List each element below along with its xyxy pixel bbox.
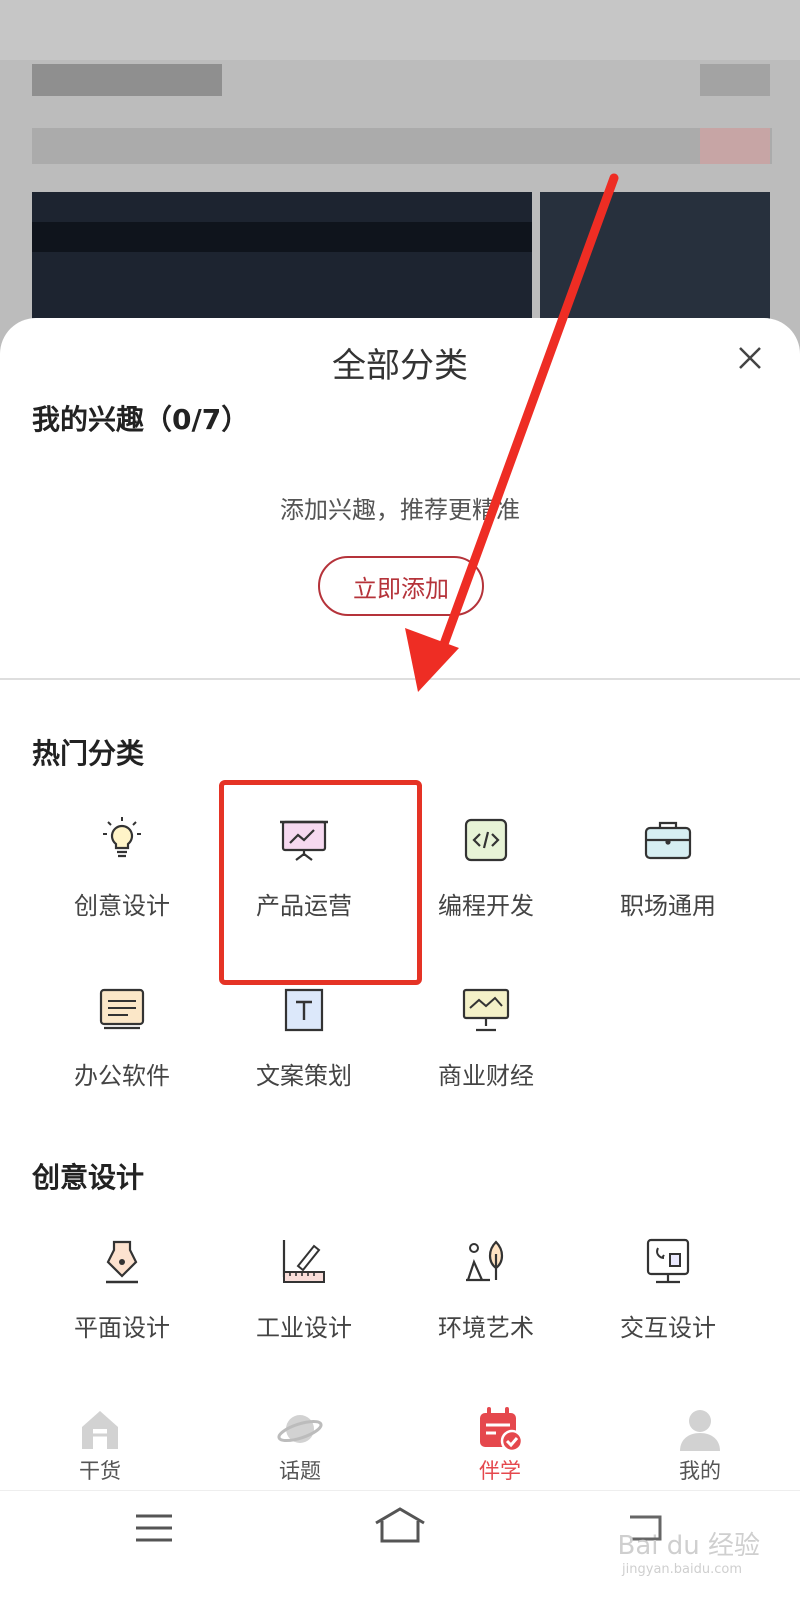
category-workplace[interactable]: 职场通用	[588, 812, 748, 921]
tab-label: 话题	[279, 1459, 321, 1483]
office-doc-icon	[99, 988, 145, 1030]
close-icon[interactable]	[730, 338, 770, 378]
tab-study-companion[interactable]: 伴学	[440, 1395, 560, 1485]
calendar-check-icon	[480, 1407, 524, 1453]
category-label: 工业设计	[256, 1314, 352, 1342]
user-icon	[680, 1410, 720, 1451]
category-industrial-design[interactable]: 工业设计	[224, 1234, 384, 1343]
divider	[0, 678, 800, 680]
category-label: 创意设计	[74, 892, 170, 920]
tab-topics[interactable]: 话题	[240, 1395, 360, 1485]
category-label: 交互设计	[620, 1314, 716, 1342]
tab-ganhuo[interactable]: 干货	[40, 1395, 160, 1485]
lightbulb-icon	[103, 817, 141, 858]
category-environmental-art[interactable]: 环境艺术	[406, 1234, 566, 1343]
category-programming[interactable]: 编程开发	[406, 812, 566, 921]
blurred-background	[0, 0, 800, 360]
category-label: 平面设计	[74, 1314, 170, 1342]
category-label: 文案策划	[256, 1062, 352, 1090]
category-label: 商业财经	[438, 1062, 534, 1090]
finance-board-icon	[462, 988, 510, 1032]
category-label: 编程开发	[438, 892, 534, 920]
text-doc-icon	[284, 988, 324, 1032]
category-label: 环境艺术	[438, 1314, 534, 1342]
bottom-tab-bar: 干货 话题 伴学 我的	[0, 1395, 800, 1490]
highlight-box	[219, 780, 422, 985]
tab-mine[interactable]: 我的	[640, 1395, 760, 1485]
home-icon[interactable]	[372, 1505, 428, 1545]
category-interaction-design[interactable]: 交互设计	[588, 1234, 748, 1343]
category-label: 办公软件	[74, 1062, 170, 1090]
planet-icon	[277, 1415, 323, 1443]
code-icon	[464, 818, 508, 862]
pen-nib-icon	[106, 1240, 138, 1284]
add-interest-button[interactable]: 立即添加	[318, 556, 484, 616]
interests-empty-hint: 添加兴趣，推荐更精准	[280, 496, 520, 524]
category-label: 职场通用	[620, 892, 716, 920]
watermark-logo: Bai du 经验	[617, 1531, 760, 1561]
sheet-title: 全部分类	[332, 346, 468, 386]
category-office-software[interactable]: 办公软件	[42, 982, 202, 1091]
category-copywriting[interactable]: 文案策划	[224, 982, 384, 1091]
interests-title: 我的兴趣（0/7）	[32, 403, 250, 436]
hot-categories-title: 热门分类	[32, 737, 145, 770]
ruler-pencil-icon	[282, 1240, 325, 1283]
house-icon	[82, 1411, 118, 1449]
category-creative-design[interactable]: 创意设计	[42, 812, 202, 921]
tab-label: 我的	[679, 1459, 721, 1483]
tab-label: 伴学	[479, 1459, 521, 1483]
tab-label: 干货	[79, 1459, 121, 1483]
category-graphic-design[interactable]: 平面设计	[42, 1234, 202, 1343]
briefcase-icon	[644, 821, 692, 860]
tree-art-icon	[466, 1240, 504, 1282]
category-business-finance[interactable]: 商业财经	[406, 982, 566, 1091]
watermark-url: jingyan.baidu.com	[622, 1562, 742, 1577]
menu-icon[interactable]	[134, 1513, 174, 1543]
creative-design-title: 创意设计	[32, 1161, 145, 1194]
interactive-screen-icon	[646, 1238, 690, 1284]
